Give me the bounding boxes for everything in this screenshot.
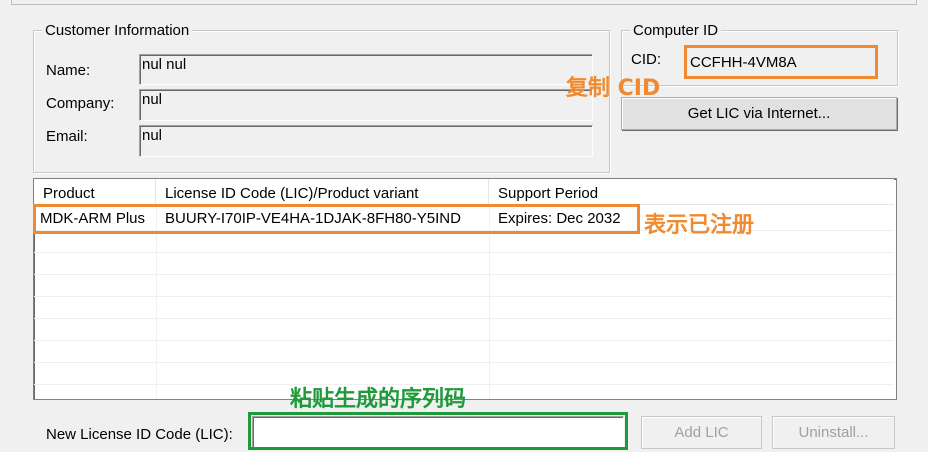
license-list-header: Product License ID Code (LIC)/Product va…: [34, 179, 894, 205]
add-lic-button[interactable]: Add LIC: [641, 416, 762, 449]
email-label: Email:: [46, 128, 88, 145]
column-header-support[interactable]: Support Period: [489, 179, 894, 204]
name-field[interactable]: nul nul: [139, 54, 593, 85]
empty-row: [34, 274, 894, 297]
company-label: Company:: [46, 95, 115, 112]
new-lic-highlight-box: [248, 412, 628, 450]
window-top-frame: [11, 0, 917, 5]
column-header-product[interactable]: Product: [34, 179, 156, 204]
name-label: Name:: [46, 62, 91, 79]
new-lic-label: New License ID Code (LIC):: [46, 426, 233, 443]
empty-row: [34, 252, 894, 275]
customer-info-legend: Customer Information: [42, 22, 193, 40]
cid-label: CID:: [631, 51, 661, 68]
empty-row: [34, 296, 894, 319]
uninstall-button[interactable]: Uninstall...: [772, 416, 895, 449]
email-field[interactable]: nul: [139, 125, 593, 157]
company-field[interactable]: nul: [139, 89, 593, 121]
registered-annotation: 表示已注册: [644, 213, 755, 238]
column-header-lic[interactable]: License ID Code (LIC)/Product variant: [156, 179, 489, 204]
cid-highlight-box: [684, 45, 878, 79]
empty-row: [34, 340, 894, 363]
paste-serial-annotation: 粘贴生成的序列码: [290, 387, 467, 412]
empty-row: [34, 318, 894, 341]
computer-id-legend: Computer ID: [630, 22, 722, 40]
registered-row-highlight-box: [33, 204, 640, 234]
copy-cid-annotation: 复制 CID: [566, 76, 661, 101]
get-lic-via-internet-button[interactable]: Get LIC via Internet...: [621, 97, 897, 130]
